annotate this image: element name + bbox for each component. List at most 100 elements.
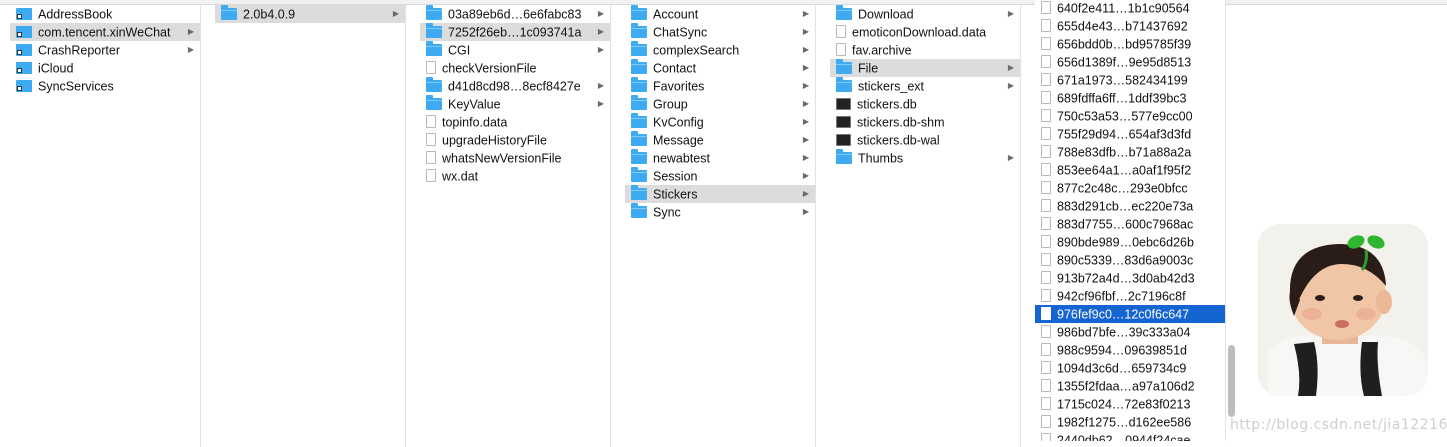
item-label: 750c53a53…577e9cc00 (1057, 109, 1193, 124)
list-item[interactable]: 671a1973…582434199 (1035, 71, 1225, 89)
chevron-right-icon: ▶ (392, 9, 399, 18)
chevron-right-icon: ▶ (802, 9, 809, 18)
list-item[interactable]: ChatSync ▶ (625, 22, 815, 41)
list-item[interactable]: KeyValue ▶ (420, 94, 610, 113)
list-item[interactable]: stickers.db (830, 95, 1020, 113)
list-item[interactable]: Sync ▶ (625, 202, 815, 221)
list-item[interactable]: File ▶ (830, 58, 1020, 77)
list-item[interactable]: wx.dat (420, 167, 610, 185)
document-icon (1041, 217, 1051, 231)
list-item[interactable]: Group ▶ (625, 94, 815, 113)
list-item[interactable]: SyncServices (10, 77, 200, 95)
list-item[interactable]: 03a89eb6d…6e6fabc83 ▶ (420, 5, 610, 23)
list-item[interactable]: topinfo.data (420, 113, 610, 131)
list-item[interactable]: d41d8cd98…8ecf8427e ▶ (420, 76, 610, 95)
list-item[interactable]: com.tencent.xinWeChat ▶ (10, 23, 200, 41)
list-item[interactable]: upgradeHistoryFile (420, 131, 610, 149)
folder-icon (426, 5, 442, 20)
document-icon (426, 151, 436, 165)
list-item[interactable]: Stickers ▶ (625, 184, 815, 203)
list-item[interactable]: 1094d3c6d…659734c9 (1035, 359, 1225, 377)
item-label: 877c2c48c…293e0bfcc (1057, 181, 1188, 196)
item-label: Sync (653, 205, 681, 220)
list-item[interactable]: stickers.db-wal (830, 131, 1020, 149)
item-label: Group (653, 97, 688, 112)
document-icon (1041, 1, 1051, 15)
chevron-right-icon: ▶ (187, 45, 194, 54)
list-item[interactable]: stickers_ext ▶ (830, 76, 1020, 95)
list-item[interactable]: KvConfig ▶ (625, 112, 815, 131)
list-item[interactable]: 877c2c48c…293e0bfcc (1035, 179, 1225, 197)
list-item[interactable]: newabtest ▶ (625, 148, 815, 167)
item-label: d41d8cd98…8ecf8427e (448, 79, 581, 94)
item-label: 853ee64a1…a0af1f95f2 (1057, 163, 1192, 178)
list-item[interactable]: 656d1389f…9e95d8513 (1035, 53, 1225, 71)
list-item[interactable]: 788e83dfb…b71a88a2a (1035, 143, 1225, 161)
list-item[interactable]: 988c9594…09639851d (1035, 341, 1225, 359)
item-label: Thumbs (858, 151, 904, 166)
list-item[interactable]: 1355f2fdaa…a97a106d2 (1035, 377, 1225, 395)
list-item[interactable]: 883d291cb…ec220e73a (1035, 197, 1225, 215)
list-item[interactable]: Thumbs ▶ (830, 148, 1020, 167)
item-label: Stickers (653, 187, 698, 202)
item-label: stickers.db-shm (857, 115, 945, 130)
list-item[interactable]: CrashReporter ▶ (10, 41, 200, 59)
list-item[interactable]: 890c5339…83d6a9003c (1035, 251, 1225, 269)
list-item[interactable]: checkVersionFile (420, 59, 610, 77)
chevron-right-icon: ▶ (597, 45, 604, 54)
list-item[interactable]: 1715c024…72e83f0213 (1035, 395, 1225, 413)
list-item[interactable]: AddressBook (10, 5, 200, 23)
list-item[interactable]: fav.archive (830, 41, 1020, 59)
list-item[interactable]: Favorites ▶ (625, 76, 815, 95)
list-item[interactable]: iCloud (10, 59, 200, 77)
list-item[interactable]: emoticonDownload.data (830, 23, 1020, 41)
list-item[interactable]: 853ee64a1…a0af1f95f2 (1035, 161, 1225, 179)
item-label: newabtest (653, 151, 710, 166)
list-item[interactable]: stickers.db-shm (830, 113, 1020, 131)
list-item[interactable]: 656bdd0b…bd95785f39 (1035, 35, 1225, 53)
item-label: 655d4e43…b71437692 (1057, 19, 1188, 34)
vertical-scrollbar[interactable] (1226, 5, 1238, 445)
document-icon (1041, 73, 1051, 87)
list-item[interactable]: 1982f1275…d162ee586 (1035, 413, 1225, 431)
item-label: KvConfig (653, 115, 704, 130)
list-item[interactable]: CGI ▶ (420, 40, 610, 59)
list-item[interactable]: 913b72a4d…3d0ab42d3 (1035, 269, 1225, 287)
document-icon (426, 169, 436, 183)
list-item[interactable]: 689fdffa6ff…1ddf39bc3 (1035, 89, 1225, 107)
item-label: Session (653, 169, 698, 184)
list-item[interactable]: Contact ▶ (625, 58, 815, 77)
list-item[interactable]: 976fef9c0…12c0f6c647 (1035, 305, 1225, 323)
list-item[interactable]: 2.0b4.0.9 ▶ (215, 5, 405, 23)
item-label: 1982f1275…d162ee586 (1057, 415, 1192, 430)
list-item[interactable]: 942cf96fbf…2c7196c8f (1035, 287, 1225, 305)
document-icon (1041, 379, 1051, 393)
list-item[interactable]: 640f2e411…1b1c90564 (1035, 0, 1225, 17)
list-item[interactable]: Account ▶ (625, 5, 815, 23)
chevron-right-icon: ▶ (802, 27, 809, 36)
list-item[interactable]: 2440db62…0944f24cae (1035, 431, 1225, 441)
list-item[interactable]: Session ▶ (625, 166, 815, 185)
alias-folder-icon (16, 79, 32, 92)
folder-icon (836, 76, 852, 92)
scrollbar-thumb[interactable] (1228, 345, 1235, 417)
list-item[interactable]: 655d4e43…b71437692 (1035, 17, 1225, 35)
list-item[interactable]: 883d7755…600c7968ac (1035, 215, 1225, 233)
chevron-right-icon: ▶ (597, 81, 604, 90)
list-item[interactable]: 890bde989…0ebc6d26b (1035, 233, 1225, 251)
list-item[interactable]: whatsNewVersionFile (420, 149, 610, 167)
item-label: 913b72a4d…3d0ab42d3 (1057, 271, 1195, 286)
list-item[interactable]: Message ▶ (625, 130, 815, 149)
list-item[interactable]: 7252f26eb…1c093741a ▶ (420, 22, 610, 41)
item-label: Download (858, 7, 914, 22)
item-label: 890c5339…83d6a9003c (1057, 253, 1194, 268)
document-icon (1041, 307, 1051, 321)
list-item[interactable]: 986bd7bfe…39c333a04 (1035, 323, 1225, 341)
document-icon (1041, 145, 1051, 159)
list-item[interactable]: Download ▶ (830, 5, 1020, 23)
item-label: KeyValue (448, 97, 501, 112)
list-item[interactable]: 750c53a53…577e9cc00 (1035, 107, 1225, 125)
list-item[interactable]: 755f29d94…654af3d3fd (1035, 125, 1225, 143)
list-item[interactable]: complexSearch ▶ (625, 40, 815, 59)
item-label: complexSearch (653, 43, 740, 58)
